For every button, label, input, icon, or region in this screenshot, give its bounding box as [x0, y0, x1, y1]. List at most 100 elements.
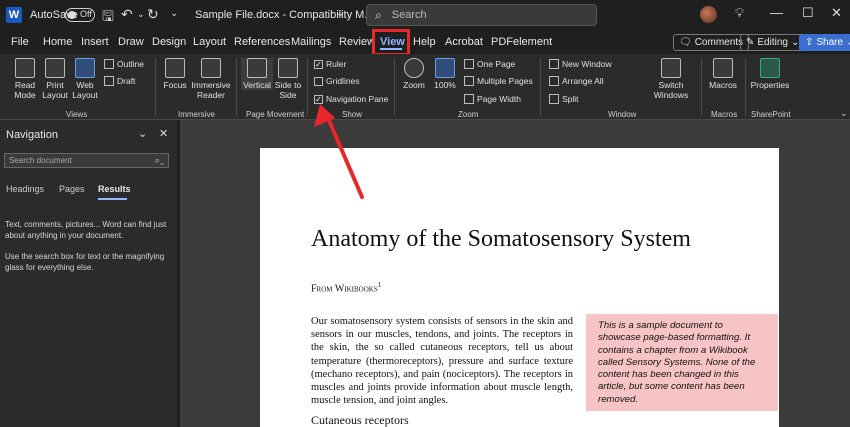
focus-label: Focus: [163, 80, 187, 90]
navigation-pane-label: Navigation Pane: [326, 94, 389, 104]
comments-button[interactable]: 🗨︎ Comments: [673, 34, 750, 51]
zoom-button[interactable]: Zoom: [400, 58, 428, 90]
vertical-button[interactable]: Vertical: [241, 58, 273, 90]
one-page-icon: [464, 59, 474, 69]
ribbon-collapse-icon[interactable]: ⌄: [840, 108, 848, 119]
multiple-pages-label: Multiple Pages: [477, 76, 533, 86]
document-title[interactable]: Sample File.docx - Compatibility M...: [195, 0, 374, 30]
minimize-button[interactable]: —: [770, 5, 783, 20]
lightbulb-icon[interactable]: 💡︎: [735, 5, 744, 21]
split-button[interactable]: Split: [549, 94, 579, 104]
side-to-side-button[interactable]: Side to Side: [273, 58, 303, 100]
toggle-knob-icon: [68, 11, 76, 19]
from-text: From Wikibooks: [311, 283, 378, 295]
tab-acrobat[interactable]: Acrobat: [445, 36, 483, 48]
save-icon[interactable]: 🖫: [102, 6, 114, 30]
zoom-100-label: 100%: [434, 80, 456, 90]
close-icon[interactable]: ✕: [159, 127, 168, 140]
redo-icon[interactable]: ↻: [147, 6, 159, 23]
switch-windows-button[interactable]: Switch Windows: [650, 58, 692, 100]
tab-results[interactable]: Results: [98, 184, 131, 194]
share-label: Share: [816, 37, 844, 48]
zoom-100-button[interactable]: 100%: [431, 58, 459, 90]
one-page-button[interactable]: One Page: [464, 59, 515, 69]
share-icon: ⇪: [805, 37, 814, 48]
multiple-pages-button[interactable]: Multiple Pages: [464, 76, 533, 86]
draft-button[interactable]: Draft: [104, 76, 135, 86]
tab-review[interactable]: Review: [339, 36, 375, 48]
tab-pdfelement[interactable]: PDFelement: [491, 36, 552, 48]
navigation-pane: Navigation ⌄ ✕ Search document ⌕⌄ Headin…: [0, 120, 177, 427]
tab-pages[interactable]: Pages: [59, 184, 85, 194]
tab-draw[interactable]: Draw: [118, 36, 144, 48]
separator: [307, 58, 308, 116]
tab-layout[interactable]: Layout: [193, 36, 226, 48]
undo-dropdown-icon[interactable]: ⌄: [137, 9, 145, 20]
separator: [701, 58, 702, 116]
web-layout-button[interactable]: Web Layout: [71, 58, 99, 100]
results-help-text-1: Text, comments, pictures... Word can fin…: [5, 220, 167, 240]
navigation-pane-checkbox[interactable]: ✓ Navigation Pane: [314, 94, 388, 104]
search-box[interactable]: ⌕ Search: [366, 4, 597, 26]
ruler-checkbox[interactable]: ✓ Ruler: [314, 59, 346, 69]
sharepoint-group-label: SharePoint: [751, 110, 791, 119]
ribbon: Read Mode Print Layout Web Layout Outlin…: [0, 54, 850, 120]
new-window-button[interactable]: New Window: [549, 59, 612, 69]
magnifier-icon: [404, 58, 424, 78]
pencil-icon: ✎: [746, 37, 755, 48]
new-window-icon: [549, 59, 559, 69]
print-layout-button[interactable]: Print Layout: [41, 58, 69, 100]
read-mode-label: Read Mode: [14, 80, 36, 100]
tab-mailings[interactable]: Mailings: [291, 36, 331, 48]
page-width-button[interactable]: Page Width: [464, 94, 521, 104]
undo-icon[interactable]: ↶: [121, 6, 133, 23]
results-help-text-2: Use the search box for text or the magni…: [5, 252, 165, 272]
properties-button[interactable]: Properties: [750, 58, 790, 90]
separator: [745, 58, 746, 116]
separator: [540, 58, 541, 116]
title-dropdown-icon[interactable]: ⌄: [336, 8, 344, 19]
ruler-label: Ruler: [326, 59, 347, 69]
gridlines-label: Gridlines: [326, 76, 360, 86]
autosave-toggle[interactable]: Off: [65, 8, 95, 22]
close-button[interactable]: ✕: [831, 5, 842, 21]
document-page[interactable]: Anatomy of the Somatosensory System From…: [260, 148, 779, 427]
customize-toolbar-icon[interactable]: ⌄: [170, 8, 178, 19]
chevron-down-icon[interactable]: ⌄: [138, 127, 147, 140]
side-pages-icon: [278, 58, 298, 78]
immersive-reader-button[interactable]: Immersive Reader: [191, 58, 231, 100]
focus-button[interactable]: Focus: [162, 58, 188, 90]
tab-file[interactable]: File: [11, 36, 29, 48]
hundred-percent-icon: [435, 58, 455, 78]
arrange-all-icon: [549, 76, 559, 86]
outline-button[interactable]: Outline: [104, 59, 144, 69]
restore-button[interactable]: ☐: [802, 5, 814, 21]
immersive-group-label: Immersive: [178, 110, 215, 119]
arrange-all-button[interactable]: Arrange All: [549, 76, 604, 86]
sharepoint-properties-icon: [760, 58, 780, 78]
immersive-reader-icon: [201, 58, 221, 78]
tab-design[interactable]: Design: [152, 36, 186, 48]
macros-button[interactable]: Macros: [707, 58, 739, 90]
one-page-label: One Page: [477, 59, 516, 69]
word-logo-icon: W: [6, 7, 22, 23]
tab-headings[interactable]: Headings: [6, 184, 44, 194]
gridlines-checkbox[interactable]: Gridlines: [314, 76, 360, 86]
checkbox-unchecked-icon: [314, 76, 323, 86]
tab-home[interactable]: Home: [43, 36, 72, 48]
editing-button[interactable]: ✎ Editing ⌄: [740, 34, 806, 51]
window-group-label: Window: [608, 110, 637, 119]
comments-label: Comments: [694, 37, 744, 48]
avatar[interactable]: [700, 6, 717, 23]
read-mode-button[interactable]: Read Mode: [10, 58, 40, 100]
tab-references[interactable]: References: [234, 36, 290, 48]
tab-insert[interactable]: Insert: [81, 36, 109, 48]
search-document-input[interactable]: Search document ⌕⌄: [4, 153, 169, 168]
tab-help[interactable]: Help: [413, 36, 436, 48]
navigation-title: Navigation: [6, 129, 58, 141]
share-button[interactable]: ⇪ Share ⌄: [799, 34, 850, 51]
search-options-icon[interactable]: ⌕⌄: [155, 155, 164, 166]
focus-icon: [165, 58, 185, 78]
immersive-reader-label: Immersive Reader: [191, 80, 231, 100]
search-icon: ⌕: [375, 7, 382, 22]
